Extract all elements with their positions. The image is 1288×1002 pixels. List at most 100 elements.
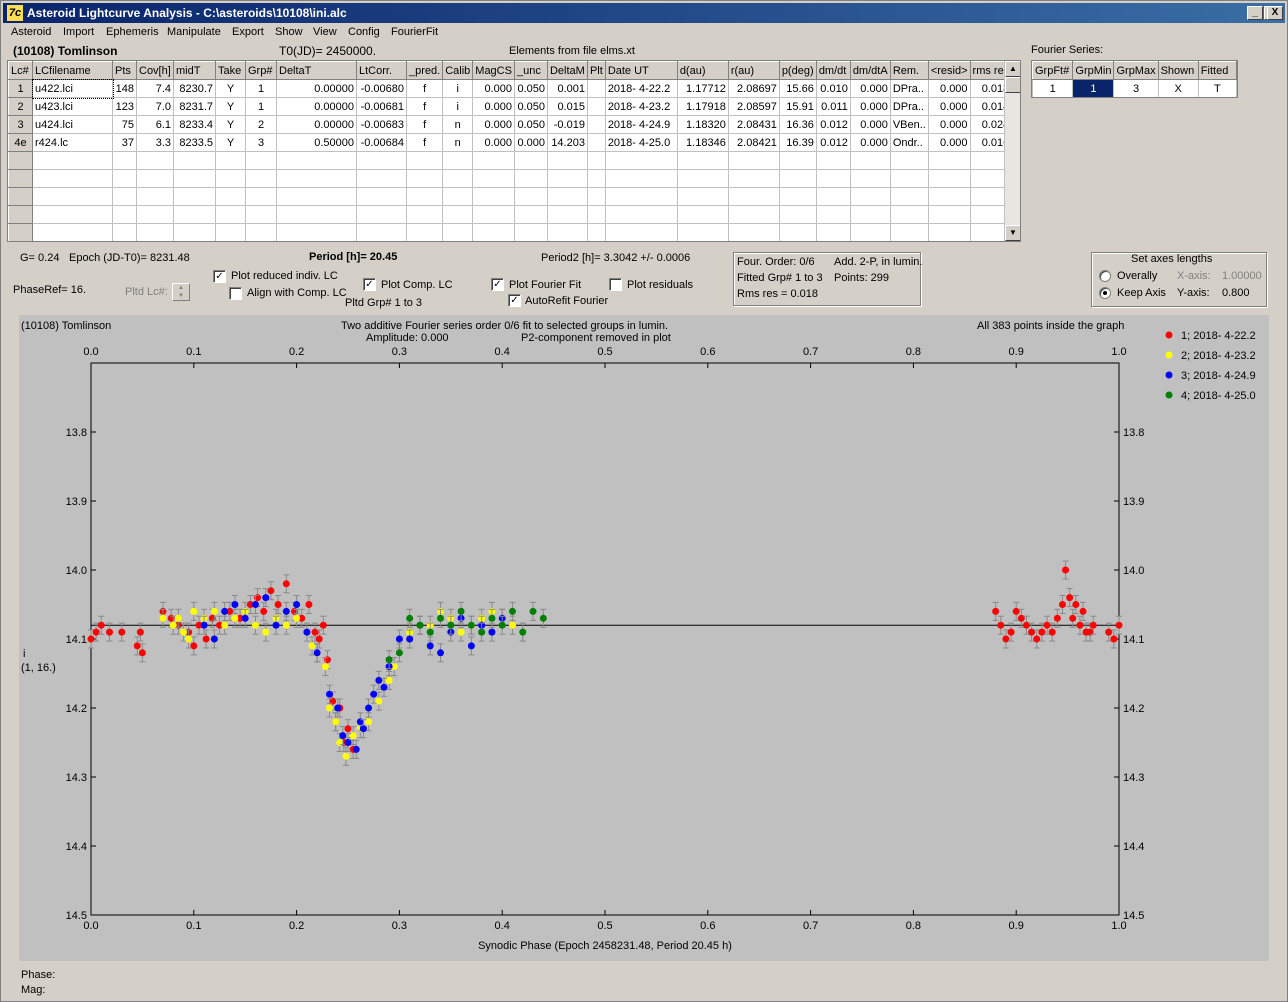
table-cell-empty[interactable] [112,223,137,241]
table-row[interactable]: 4e r424.lc 37 3.3 8233.5 Y 3 0.50000 -0.00684 f n 0… [8,133,1013,152]
table-cell-empty[interactable] [513,151,548,170]
table-cell[interactable]: -0.019 [546,115,588,134]
table-cell[interactable]: 1 [245,79,277,98]
table-cell-empty[interactable] [215,169,246,188]
lc-col-header[interactable]: MagCS [472,61,515,80]
title-bar[interactable]: 7c Asteroid Lightcurve Analysis - C:\ast… [3,3,1285,23]
lc-col-header[interactable]: DeltaT [276,61,357,80]
lc-col-header[interactable]: p(deg) [778,61,817,80]
table-cell[interactable]: 2.08697 [727,79,780,98]
table-cell-empty[interactable] [356,151,407,170]
table-cell-empty[interactable] [513,169,548,188]
table-cell-empty[interactable] [604,187,678,206]
table-row[interactable]: 2 u423.lci 123 7.0 8231.7 Y 1 0.00000 -0.00681 f i… [8,97,1013,116]
table-cell[interactable] [586,115,606,134]
table-cell-empty[interactable] [676,205,729,224]
lc-col-header[interactable]: Take [215,61,246,80]
align-comp-checkbox[interactable] [229,287,242,300]
table-cell[interactable]: 0.000 [849,79,891,98]
table-cell-empty[interactable] [546,151,588,170]
table-cell-empty[interactable] [442,223,474,241]
menu-import[interactable]: Import [63,26,94,38]
table-cell-empty[interactable] [173,151,216,170]
table-cell[interactable]: 0.00000 [276,97,357,116]
table-cell[interactable]: f [405,115,444,134]
table-row-empty[interactable] [8,223,1013,241]
table-cell[interactable]: 0.000 [927,115,971,134]
table-row[interactable]: 3 u424.lci 75 6.1 8233.4 Y 2 0.00000 -0.00683 f n 0… [8,115,1013,134]
table-cell[interactable]: 15.66 [778,79,817,98]
table-cell-empty[interactable] [727,169,780,188]
table-cell[interactable]: 0.000 [927,133,971,152]
table-cell-empty[interactable] [245,151,277,170]
lightcurve-table[interactable]: Lc# LCfilename Pts Cov[h] midT Take Grp# DeltaT… [7,60,1021,242]
scroll-thumb[interactable] [1005,77,1020,93]
table-cell-empty[interactable] [245,187,277,206]
x-axis-length-value[interactable]: 1.00000 [1222,270,1262,282]
table-cell[interactable]: 1 [245,97,277,116]
table-cell[interactable]: Y [215,115,246,134]
lc-col-header[interactable]: _pred. [405,61,444,80]
table-cell[interactable]: 148 [112,79,137,98]
menu-asteroid[interactable]: Asteroid [11,26,51,38]
table-cell-empty[interactable] [927,205,971,224]
lc-col-header[interactable]: dm/dtA [849,61,891,80]
table-cell[interactable]: 0.000 [513,133,548,152]
table-cell[interactable] [586,97,606,116]
table-cell-empty[interactable] [215,223,246,241]
table-cell[interactable]: f [405,97,444,116]
table-cell[interactable]: 0.012 [815,133,851,152]
table-cell-empty[interactable] [927,169,971,188]
fourier-col-header[interactable]: Shown [1157,61,1199,80]
table-cell-empty[interactable] [472,187,515,206]
table-cell[interactable]: 8233.5 [173,133,216,152]
fourier-cell[interactable]: 1 [1072,79,1115,97]
table-cell-empty[interactable] [472,151,515,170]
table-cell[interactable]: f [405,133,444,152]
table-cell[interactable]: 0.000 [849,133,891,152]
table-cell[interactable]: 123 [112,97,137,116]
table-cell-empty[interactable] [889,169,929,188]
table-cell-empty[interactable] [778,223,817,241]
table-cell-empty[interactable] [245,223,277,241]
table-cell-empty[interactable] [472,169,515,188]
table-cell-empty[interactable] [586,151,606,170]
table-cell[interactable]: 1.18320 [676,115,729,134]
table-cell-empty[interactable] [604,169,678,188]
table-cell[interactable]: 0.000 [472,115,515,134]
scroll-down-arrow-icon[interactable]: ▼ [1005,225,1020,241]
table-cell[interactable]: 1.17918 [676,97,729,116]
menu-config[interactable]: Config [348,26,380,38]
table-cell[interactable]: 0.000 [849,97,891,116]
table-cell-empty[interactable] [32,205,113,224]
table-cell[interactable]: 37 [112,133,137,152]
plot-fourier-checkbox[interactable]: ✓ [491,278,504,291]
table-cell[interactable]: -0.00684 [356,133,407,152]
table-row-empty[interactable] [8,169,1013,188]
table-cell-empty[interactable] [173,169,216,188]
table-cell[interactable]: 0.000 [927,97,971,116]
table-cell[interactable]: 2018- 4-23.2 [604,97,678,116]
table-cell[interactable]: 8231.7 [173,97,216,116]
table-cell[interactable]: u422.lci [31,78,114,99]
menu-export[interactable]: Export [232,26,264,38]
table-cell-empty[interactable] [32,151,113,170]
menu-show[interactable]: Show [275,26,303,38]
table-cell-empty[interactable] [442,151,474,170]
menu-manipulate[interactable]: Manipulate [167,26,221,38]
table-cell[interactable]: 7.0 [136,97,174,116]
lc-col-header[interactable]: Grp# [245,61,277,80]
table-cell-empty[interactable] [276,205,357,224]
table-cell[interactable]: 0.000 [472,97,515,116]
table-cell-empty[interactable] [112,205,137,224]
table-cell-empty[interactable] [276,151,357,170]
table-cell[interactable] [586,79,606,98]
table-cell-empty[interactable] [513,223,548,241]
lc-col-header[interactable]: _unc [513,61,548,80]
plot-comp-checkbox[interactable]: ✓ [363,278,376,291]
table-cell-empty[interactable] [604,205,678,224]
table-cell-empty[interactable] [586,169,606,188]
overally-radio[interactable] [1099,270,1111,282]
table-cell-empty[interactable] [32,223,113,241]
table-cell-empty[interactable] [356,223,407,241]
